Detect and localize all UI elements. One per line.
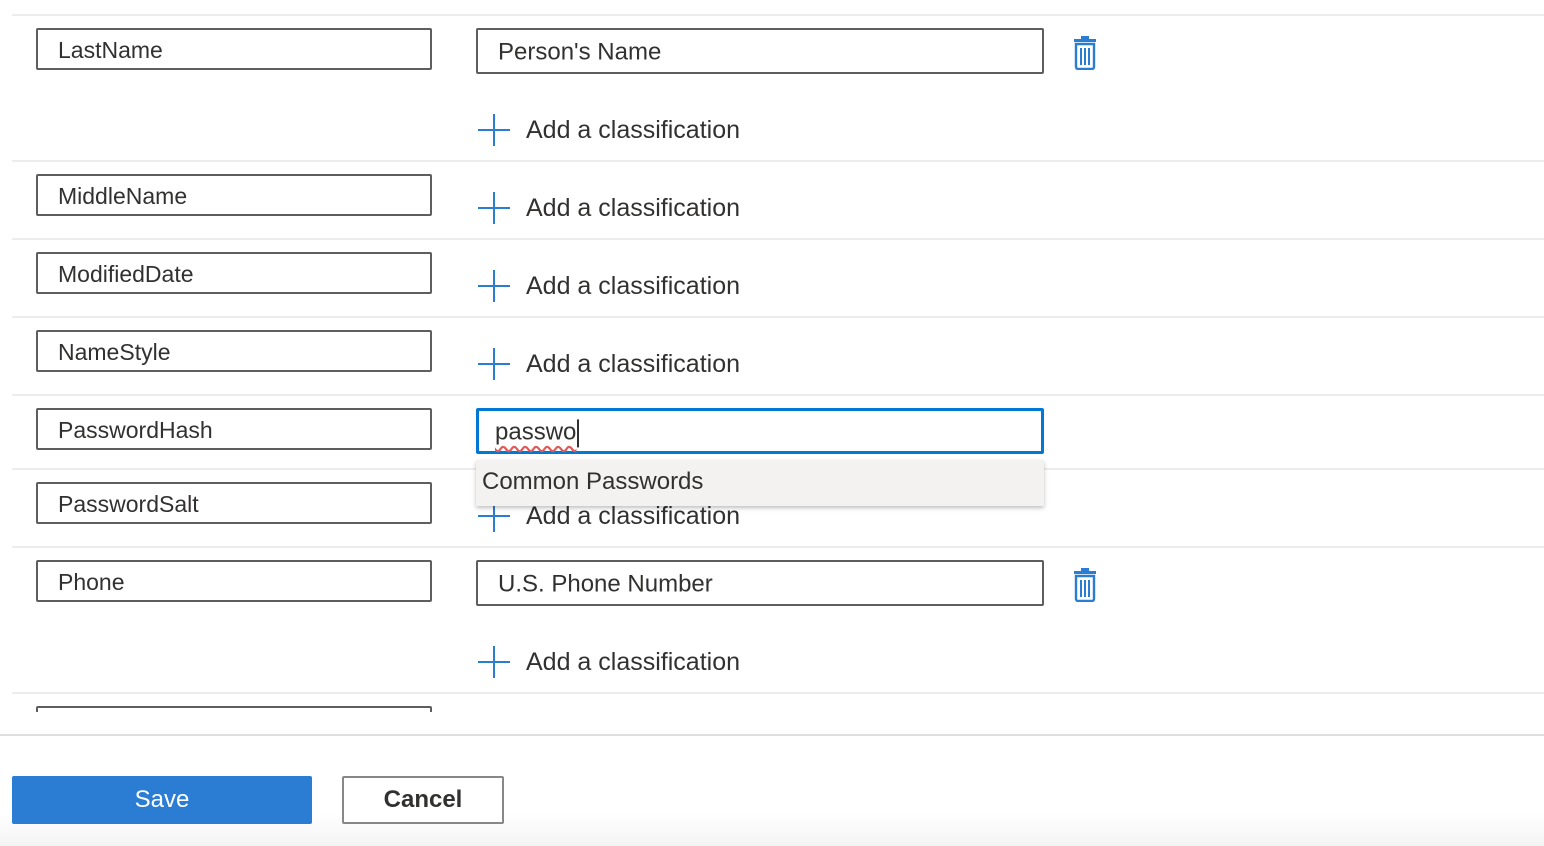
trash-icon [1074,568,1096,603]
plus-icon [476,644,512,680]
plus-icon [476,112,512,148]
column-name-text: ModifiedDate [58,261,194,288]
column-name-text: MiddleName [58,183,188,210]
column-name-field: NameStyle [36,330,432,372]
search-value: passwo [495,418,577,446]
save-button-label: Save [134,786,190,813]
delete-classification-button[interactable] [1070,568,1100,603]
row-divider [12,546,1544,548]
add-classification-button[interactable]: Add a classification [476,346,740,382]
column-name-field: LastName [36,28,432,70]
text-caret [577,419,580,448]
column-name-text: LastName [58,37,163,64]
add-classification-button[interactable]: Add a classification [476,268,740,304]
classification-search-text: passwo [495,418,580,448]
add-classification-button[interactable]: Add a classification [476,112,740,148]
trash-icon [1074,36,1096,71]
cancel-button-label: Cancel [383,786,463,813]
add-classification-button[interactable]: Add a classification [476,190,740,226]
classification-value: Person's Name [498,38,662,66]
column-name-field: MiddleName [36,174,432,216]
suggestion-dropdown: Common Passwords [476,460,1044,506]
column-name-field: PasswordSalt [36,482,432,524]
suggestion-option[interactable]: Common Passwords [482,468,703,496]
column-name-field: ModifiedDate [36,252,432,294]
classification-value: U.S. Phone Number [498,570,713,598]
row-divider [12,14,1544,16]
add-classification-label: Add a classification [526,647,741,676]
plus-icon [476,268,512,304]
add-classification-label: Add a classification [526,115,741,144]
save-button[interactable]: Save [12,776,312,824]
plus-icon [476,346,512,382]
add-classification-label: Add a classification [526,349,741,378]
row-divider [12,160,1544,162]
cancel-button[interactable]: Cancel [342,776,504,824]
column-name-field: Phone [36,560,432,602]
classification-field[interactable]: U.S. Phone Number [476,560,1044,606]
add-classification-label: Add a classification [526,193,741,222]
plus-icon [476,190,512,226]
delete-classification-button[interactable] [1070,36,1100,71]
row-divider [12,316,1544,318]
column-name-text: PasswordHash [58,417,213,444]
classification-field[interactable]: Person's Name [476,28,1044,74]
column-name-text: Phone [58,569,125,596]
column-name-field [36,706,432,712]
column-name-field: PasswordHash [36,408,432,450]
classification-list[interactable]: LastName Person's Name Add a classificat… [0,0,1544,712]
column-name-text: NameStyle [58,339,171,366]
row-divider [12,394,1544,396]
add-classification-label: Add a classification [526,271,741,300]
classification-search-input[interactable]: passwo [476,408,1044,454]
add-classification-button[interactable]: Add a classification [476,644,740,680]
row-divider [12,692,1544,694]
column-name-text: PasswordSalt [58,491,199,518]
row-divider [12,238,1544,240]
footer: Save Cancel [0,736,1544,846]
